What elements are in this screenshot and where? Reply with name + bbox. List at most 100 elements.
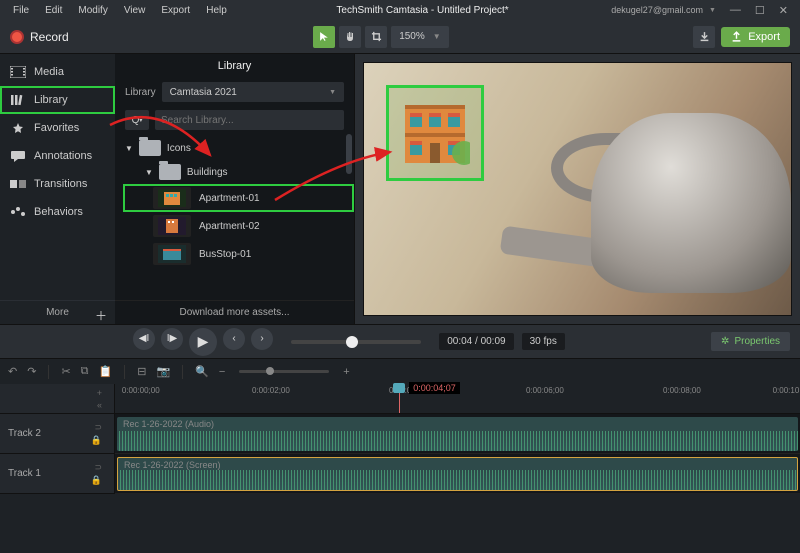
folder-icon [159,164,181,180]
zoom-out-button[interactable]: − [219,366,225,378]
user-chevron-icon[interactable]: ▼ [709,7,716,14]
folder-icons[interactable]: ▼ Icons [123,136,354,160]
asset-apartment-01[interactable]: Apartment-01 [123,184,354,212]
chevron-down-icon: ▼ [433,32,441,41]
track-toggle-icon[interactable]: ⊃ [94,462,102,473]
record-button[interactable]: Record [10,30,69,44]
magnify-icon[interactable]: 🔍 [195,365,209,378]
pointer-tool[interactable] [313,26,335,48]
sidebar-label: Transitions [34,178,87,190]
track-2-body[interactable]: Rec 1-26-2022 (Audio) [115,414,800,454]
main-row: Media Library Favorites Annotations Tran… [0,54,800,324]
canvas-selected-overlay[interactable] [386,85,484,181]
download-button[interactable] [693,26,715,48]
timeline-zoom-slider[interactable] [239,370,329,373]
cut-button[interactable]: ✂ [61,365,70,378]
building-overlay-icon [400,99,470,167]
clip-screen[interactable]: Rec 1-26-2022 (Screen) [117,457,798,491]
ruler-label: 0:00:00;00 [122,386,160,395]
sidebar-label: Library [34,94,68,106]
screenshot-button[interactable]: 📷 [156,365,170,378]
library-search[interactable] [155,110,344,130]
canvas-background-image [511,93,791,293]
sidebar-item-annotations[interactable]: Annotations [0,142,115,170]
caret-down-icon: ▼ [145,168,153,177]
asset-busstop-01[interactable]: BusStop-01 [123,240,354,268]
add-track-button[interactable]: + [97,388,102,398]
maximize-icon[interactable]: ☐ [749,4,771,17]
track-1-body[interactable]: Rec 1-26-2022 (Screen) [115,454,800,494]
split-button[interactable]: ⊟ [137,365,146,378]
sidebar-item-favorites[interactable]: Favorites [0,114,115,142]
waveform [117,431,798,451]
clip-audio[interactable]: Rec 1-26-2022 (Audio) [117,417,798,451]
redo-button[interactable]: ↷ [27,365,36,378]
canvas[interactable] [363,62,792,316]
user-email[interactable]: dekugel27@gmail.com [611,5,703,15]
track-header-2[interactable]: Track 2 ⊃🔒 [0,414,115,454]
properties-label: Properties [734,336,780,347]
menu-help[interactable]: Help [199,3,234,18]
ruler-label: 0:00:06;00 [526,386,564,395]
seek-slider[interactable] [291,340,421,344]
playhead[interactable]: 0:00:04;07 [399,384,400,413]
sidebar-label: Annotations [34,150,92,162]
close-icon[interactable]: ✕ [773,4,794,17]
track-header-1[interactable]: Track 1 ⊃ 🔒 [0,454,115,494]
sidebar-item-media[interactable]: Media [0,58,115,86]
library-scrollbar[interactable] [346,134,352,174]
track-toggle-icon[interactable]: ⊃ [94,422,102,433]
sidebar-label: Behaviors [34,206,83,218]
crop-tool[interactable] [365,26,387,48]
sidebar-more[interactable]: More ＋ [0,300,115,324]
menu-view[interactable]: View [117,3,153,18]
frame-fwd-button[interactable]: › [251,328,273,350]
transitions-icon [10,178,26,190]
step-back-button[interactable]: I▶ [161,328,183,350]
menu-edit[interactable]: Edit [38,3,69,18]
menu-modify[interactable]: Modify [71,3,114,18]
track-lock-icon[interactable]: 🔒 [91,475,102,486]
behaviors-icon [10,206,26,218]
zoom-value: 150% [399,31,425,42]
asset-apartment-02[interactable]: Apartment-02 [123,212,354,240]
menu-export[interactable]: Export [154,3,197,18]
play-button[interactable]: ▶ [189,328,217,356]
star-icon [10,122,26,134]
prev-clip-button[interactable]: ◀I [133,328,155,350]
zoom-level-select[interactable]: 150% ▼ [391,26,449,48]
playhead-timecode: 0:00:04;07 [409,382,460,394]
copy-button[interactable]: ⧉ [81,365,89,378]
plus-icon[interactable]: ＋ [95,307,107,324]
timecode: 00:04 / 00:09 [439,333,513,350]
toolbar: Record 150% ▼ Export [0,20,800,54]
properties-button[interactable]: ✲ Properties [711,332,790,351]
sidebar-item-transitions[interactable]: Transitions [0,170,115,198]
paste-button[interactable]: 📋 [99,365,113,378]
export-button[interactable]: Export [721,27,790,47]
sidebar: Media Library Favorites Annotations Tran… [0,54,115,324]
library-icon [10,94,26,106]
pan-tool[interactable] [339,26,361,48]
undo-button[interactable]: ↶ [8,365,17,378]
track-name: Track 1 [8,468,41,479]
track-lock-icon[interactable]: 🔒 [91,435,102,446]
library-search-input[interactable] [161,115,338,126]
collapse-tracks-button[interactable]: « [97,400,102,410]
sidebar-item-behaviors[interactable]: Behaviors [0,198,115,226]
sidebar-item-library[interactable]: Library [0,86,115,114]
folder-buildings[interactable]: ▼ Buildings [123,160,354,184]
zoom-in-button[interactable]: + [343,366,349,378]
seek-knob[interactable] [346,336,358,348]
timeline-tools: ↶ ↷ ✂ ⧉ 📋 ⊟ 📷 🔍 − + [0,358,800,384]
library-selector[interactable]: Camtasia 2021 ▼ [162,82,344,102]
playback-bar: ◀I I▶ ▶ ‹ › 00:04 / 00:09 30 fps ✲ Prope… [0,324,800,358]
minimize-icon[interactable]: — [724,4,747,16]
library-title: Library [115,54,354,78]
timeline-ruler[interactable]: 0:00:04;07 0:00:00;00 0:00:02;00 0:00:04… [115,384,800,414]
download-more-assets[interactable]: Download more assets... [115,300,354,324]
menu-file[interactable]: File [6,3,36,18]
search-icon-btn[interactable]: Q▾ [125,110,149,130]
asset-name: Apartment-01 [199,193,260,204]
frame-back-button[interactable]: ‹ [223,328,245,350]
